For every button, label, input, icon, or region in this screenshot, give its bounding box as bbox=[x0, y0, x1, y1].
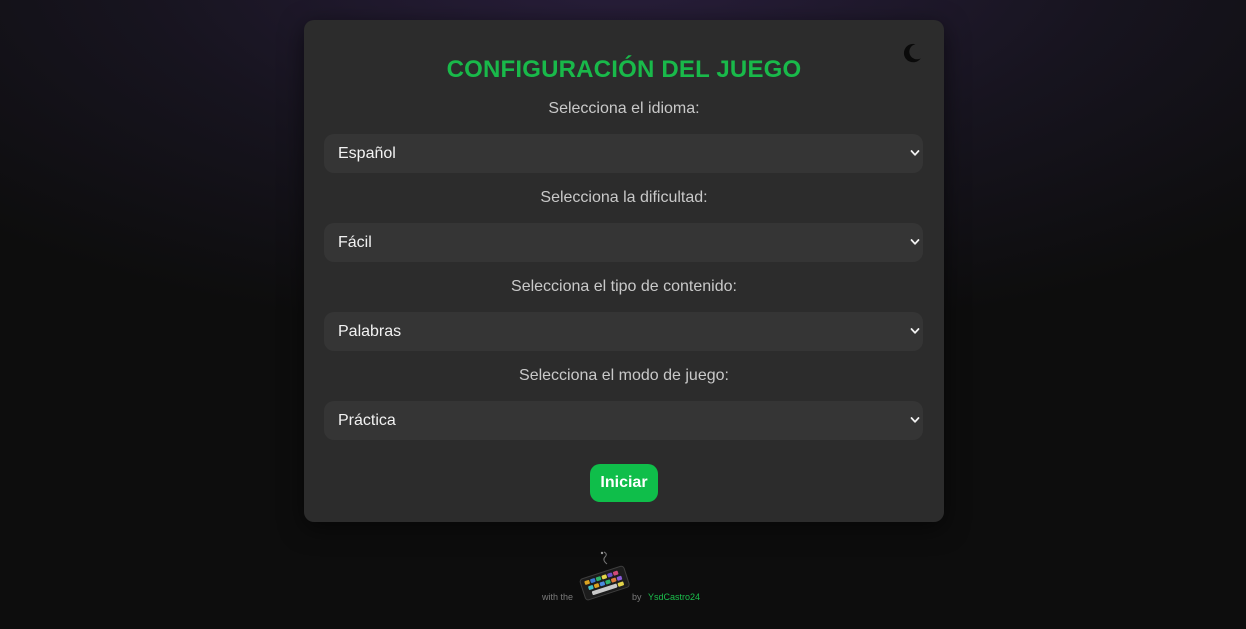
footer: with the by YsdCastro24 bbox=[540, 546, 720, 606]
game-mode-select-value: Práctica bbox=[338, 411, 396, 429]
keyboard-icon bbox=[579, 551, 630, 601]
difficulty-select[interactable]: Fácil bbox=[324, 223, 923, 262]
footer-by-text: by bbox=[632, 592, 642, 602]
chevron-down-icon bbox=[910, 328, 920, 334]
difficulty-label: Selecciona la dificultad: bbox=[540, 189, 708, 206]
content-type-select-value: Palabras bbox=[338, 322, 402, 340]
language-select[interactable]: Español bbox=[324, 134, 923, 173]
chevron-down-icon bbox=[910, 239, 920, 245]
settings-card: CONFIGURACIÓN DEL JUEGO Selecciona el id… bbox=[304, 20, 944, 522]
language-label: Selecciona el idioma: bbox=[548, 100, 700, 117]
game-mode-label: Selecciona el modo de juego: bbox=[519, 367, 729, 384]
start-button[interactable]: Iniciar bbox=[590, 464, 658, 502]
language-select-value: Español bbox=[338, 144, 396, 162]
chevron-down-icon bbox=[910, 417, 920, 423]
author-link[interactable]: YsdCastro24 bbox=[648, 592, 700, 602]
page-title: CONFIGURACIÓN DEL JUEGO bbox=[446, 56, 802, 83]
difficulty-select-value: Fácil bbox=[338, 233, 372, 251]
chevron-down-icon bbox=[910, 150, 920, 156]
game-mode-select[interactable]: Práctica bbox=[324, 401, 923, 440]
footer-with-text: with the bbox=[542, 592, 574, 602]
content-type-select[interactable]: Palabras bbox=[324, 312, 923, 351]
content-type-label: Selecciona el tipo de contenido: bbox=[511, 278, 737, 295]
